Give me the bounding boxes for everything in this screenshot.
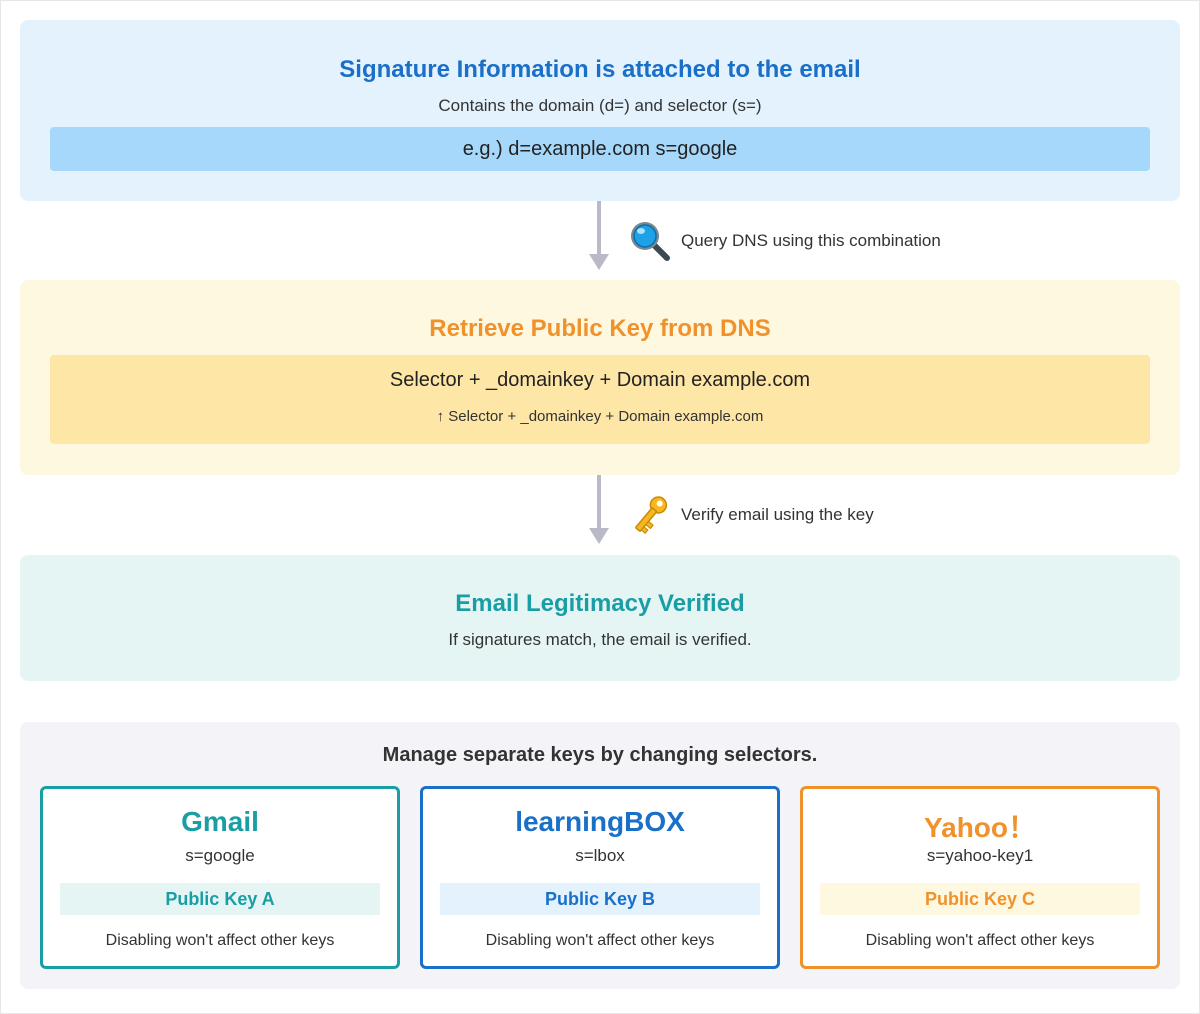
verified-title: Email Legitimacy Verified: [455, 590, 745, 617]
verified-panel: Email Legitimacy Verified If signatures …: [20, 555, 1180, 681]
verify-email-step: Verify email using the key: [628, 493, 874, 537]
selector-card-gmail: Gmail s=google Public Key A Disabling wo…: [40, 786, 400, 969]
card-selector: s=yahoo-key1: [926, 846, 1034, 865]
verified-subtitle: If signatures match, the email is verifi…: [448, 630, 752, 649]
flow-arrow-1-head: [589, 254, 609, 270]
card-note: Disabling won't affect other keys: [105, 932, 335, 949]
card-name: Gmail: [181, 806, 259, 837]
signature-info-panel: Signature Information is attached to the…: [20, 20, 1180, 201]
dns-record-caption: ↑ Selector + _domainkey + Domain example…: [436, 408, 764, 425]
dns-record-box: Selector + _domainkey + Domain example.c…: [50, 355, 1150, 444]
retrieve-key-title: Retrieve Public Key from DNS: [429, 315, 771, 342]
card-name: learningBOX: [515, 806, 685, 837]
card-name: Yahoo！: [923, 812, 1036, 843]
verify-email-text: Verify email using the key: [681, 505, 874, 524]
magnifying-glass-icon: [631, 222, 670, 261]
flow-arrow-2-head: [589, 528, 609, 544]
card-note: Disabling won't affect other keys: [865, 932, 1095, 949]
dns-record-line: Selector + _domainkey + Domain example.c…: [389, 369, 811, 391]
public-key-label: Public Key A: [60, 883, 380, 915]
query-dns-text: Query DNS using this combination: [681, 231, 941, 250]
signature-info-title: Signature Information is attached to the…: [339, 56, 861, 83]
selectors-heading: Manage separate keys by changing selecto…: [382, 744, 818, 766]
selector-card-yahoo: Yahoo！ s=yahoo-key1 Public Key C Disabli…: [800, 786, 1160, 969]
flow-arrow-2-shaft: [597, 475, 601, 529]
card-selector: s=lbox: [575, 846, 625, 865]
selector-card-learningbox: learningBOX s=lbox Public Key B Disablin…: [420, 786, 780, 969]
retrieve-key-panel: Retrieve Public Key from DNS Selector + …: [20, 280, 1180, 475]
key-icon: [635, 496, 668, 535]
card-note: Disabling won't affect other keys: [485, 932, 715, 949]
public-key-label: Public Key B: [440, 883, 760, 915]
public-key-label: Public Key C: [820, 883, 1140, 915]
flow-arrow-1-shaft: [597, 201, 601, 255]
signature-example: e.g.) d=example.com s=google: [50, 127, 1150, 171]
signature-info-subtitle: Contains the domain (d=) and selector (s…: [438, 96, 762, 115]
query-dns-step: Query DNS using this combination: [628, 219, 941, 263]
card-selector: s=google: [185, 846, 255, 865]
